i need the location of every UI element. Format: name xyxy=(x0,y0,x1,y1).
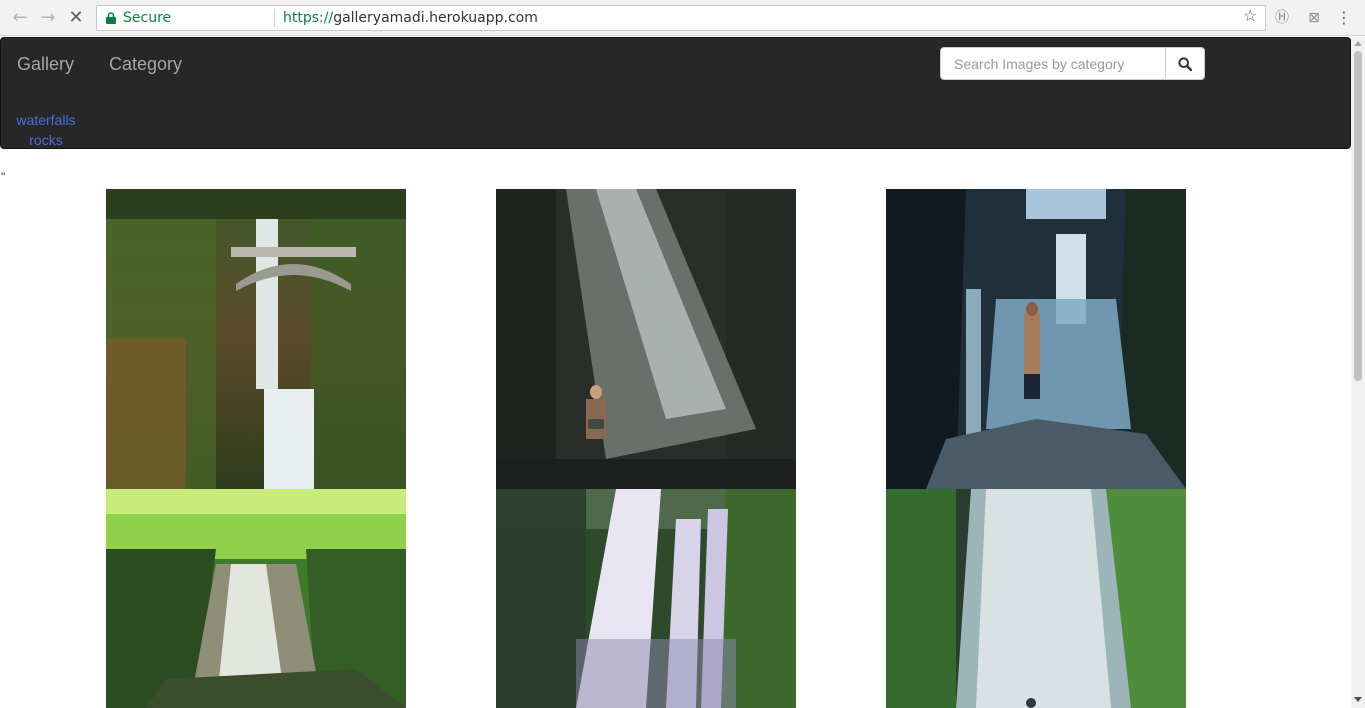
search-icon xyxy=(1178,56,1192,71)
browser-toolbar: ← → ✕ Secure https://galleryamadi.heroku… xyxy=(0,0,1365,36)
forest-waterfall-photo[interactable] xyxy=(106,489,406,708)
waterfall-bridge-photo[interactable] xyxy=(106,189,406,489)
search-input[interactable] xyxy=(940,47,1166,80)
category-item-waterfalls[interactable]: waterfalls xyxy=(1,110,91,130)
category-menu: waterfalls rocks xyxy=(1,110,91,150)
scroll-down-icon[interactable] xyxy=(1354,697,1362,702)
scroll-up-icon[interactable] xyxy=(1354,41,1362,46)
brand-link[interactable]: Gallery xyxy=(17,54,74,75)
back-icon[interactable]: ← xyxy=(10,8,30,28)
waterfall-hiker-photo[interactable] xyxy=(886,189,1186,489)
secure-label: Secure xyxy=(123,10,172,26)
twin-waterfall-photo[interactable] xyxy=(496,489,796,708)
url-text[interactable]: https://galleryamadi.herokuapp.com xyxy=(283,10,538,26)
site-navbar: Gallery Category waterfalls rocks xyxy=(0,37,1351,149)
search-button[interactable] xyxy=(1165,47,1205,80)
canyon-waterfall-photo[interactable] xyxy=(886,489,1186,708)
category-dropdown[interactable]: Category xyxy=(109,54,182,75)
extension-icon[interactable]: ⊠ xyxy=(1305,9,1323,27)
page-scrollbar[interactable] xyxy=(1351,37,1365,708)
star-icon[interactable]: ☆ xyxy=(1243,9,1259,25)
address-bar[interactable]: Secure https://galleryamadi.herokuapp.co… xyxy=(96,5,1266,31)
url-separator xyxy=(274,10,275,27)
lock-icon xyxy=(106,12,116,24)
waterfall-person-photo[interactable] xyxy=(496,189,796,489)
forward-icon[interactable]: → xyxy=(38,8,58,28)
extension-icon[interactable]: Ⓗ xyxy=(1273,9,1291,27)
stray-text: " xyxy=(1,170,6,184)
category-item-rocks[interactable]: rocks xyxy=(1,130,91,150)
stop-icon[interactable]: ✕ xyxy=(66,8,86,28)
menu-icon[interactable]: ⋮ xyxy=(1335,9,1353,27)
scrollbar-thumb[interactable] xyxy=(1354,51,1362,381)
